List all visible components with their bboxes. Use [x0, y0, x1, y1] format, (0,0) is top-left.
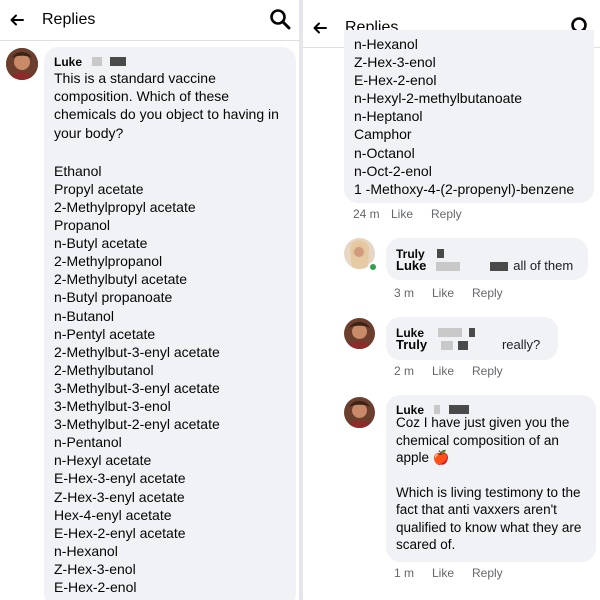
chemical-item: n-Oct-2-enol: [354, 162, 432, 179]
reply-body: Luke all of them: [396, 258, 578, 274]
chemical-item: Hex-4-enyl acetate: [54, 506, 172, 523]
back-arrow-icon[interactable]: [313, 21, 327, 35]
chemical-item: E-Hex-3-enyl acetate: [54, 470, 186, 487]
chemical-item: n-Hexyl acetate: [54, 452, 152, 469]
apple-icon: 🍎: [432, 450, 450, 465]
redaction: [92, 57, 103, 67]
redaction: [489, 262, 508, 272]
reply-button[interactable]: Reply: [472, 566, 503, 580]
comment-bubble: Luke This is a standard vaccine composit…: [44, 47, 296, 600]
reply-actions: 2 m Like Reply: [394, 364, 503, 378]
chemical-item: 2-Methylbutyl acetate: [54, 271, 188, 288]
reply-author-row: Luke: [396, 324, 548, 340]
comment-bubble-continued: n-Hexanol Z-Hex-3-enol E-Hex-2-enol n-Hexyl…: [344, 30, 594, 203]
like-button[interactable]: Like: [432, 566, 472, 580]
redaction: [434, 405, 441, 415]
reply-button[interactable]: Reply: [431, 207, 462, 221]
avatar[interactable]: [344, 318, 375, 349]
chemical-item: n-Pentanol: [54, 434, 122, 451]
chemical-item: n-Hexanol: [54, 542, 118, 559]
chemical-item: n-Octanol: [354, 144, 415, 161]
reply-author-row: Truly: [396, 245, 578, 261]
chemical-item: Propyl acetate: [54, 180, 144, 197]
chemical-item: Ethanol: [54, 162, 102, 179]
redaction: [437, 249, 445, 259]
chemical-item: 2-Methylbutanol: [54, 361, 154, 378]
redaction: [458, 341, 469, 351]
chemical-item: n-Butyl acetate: [54, 235, 148, 252]
redaction: [448, 405, 469, 415]
reply-author-row: Luke: [396, 401, 586, 417]
reply-button[interactable]: Reply: [472, 364, 503, 378]
chemical-item: 2-Methylpropanol: [54, 253, 163, 270]
redaction: [468, 328, 475, 338]
comment-text: This is a standard vaccine composition. …: [54, 70, 279, 141]
back-arrow-icon[interactable]: [10, 13, 24, 27]
chemical-item: Z-Hex-3-enyl acetate: [54, 488, 185, 505]
reply-text: really?: [501, 337, 541, 352]
chemical-item: 3-Methylbut-3-enyl acetate: [54, 379, 220, 396]
redaction: [109, 57, 126, 67]
chemical-item: n-Hexanol: [354, 36, 418, 52]
avatar-photo-icon: [344, 397, 375, 428]
reply-actions: 1 m Like Reply: [394, 566, 503, 580]
reply-bubble: Truly Luke all of them: [386, 238, 588, 280]
avatar[interactable]: [344, 397, 375, 428]
comment-author-row: Luke: [54, 53, 286, 69]
chemical-item: Propanol: [54, 217, 111, 234]
chemical-item: Z-Hex-3-enol: [354, 54, 436, 71]
reply-body: Truly really?: [396, 337, 548, 353]
chemical-item: 2-Methylpropyl acetate: [54, 199, 196, 215]
chemical-list: n-Hexanol Z-Hex-3-enol E-Hex-2-enol n-Hexyl…: [354, 35, 584, 198]
like-button[interactable]: Like: [432, 364, 472, 378]
online-status-icon: [368, 262, 378, 272]
comment-author[interactable]: Luke: [54, 55, 82, 69]
reply-time: 3 m: [394, 286, 415, 300]
search-icon[interactable]: [269, 8, 291, 30]
reply-time: 1 m: [394, 566, 415, 580]
chemical-item: 3-Methylbut-2-enyl acetate: [54, 416, 220, 433]
like-button[interactable]: Like: [432, 286, 472, 300]
header-divider: [0, 40, 299, 41]
like-button[interactable]: Like: [391, 207, 431, 221]
chemical-item: E-Hex-2-enyl acetate: [54, 524, 186, 541]
reply-text-part: Coz I have just given you the chemical c…: [396, 415, 570, 465]
chemical-item: n-Heptanol: [354, 108, 423, 125]
redaction: [440, 341, 453, 351]
chemical-item: n-Butyl propanoate: [54, 289, 173, 306]
mention-tag[interactable]: Truly: [396, 337, 427, 353]
chemical-item: n-Hexyl-2-methylbutanoate: [354, 90, 523, 107]
chemical-item: n-Butanol: [54, 307, 114, 324]
reply-bubble: Luke Truly really?: [386, 317, 558, 360]
reply-bubble: Luke Coz I have just given you the chemi…: [386, 395, 596, 562]
mention-tag[interactable]: Luke: [396, 258, 426, 274]
left-replies-panel: Replies Luke This is a standard vaccine …: [0, 0, 299, 600]
reply-text-continued: Which is living testimony to the fact th…: [396, 484, 582, 553]
reply-actions: 3 m Like Reply: [394, 286, 503, 300]
chemical-item: 3-Methylbut-3-enol: [54, 398, 171, 415]
reply-time: 2 m: [394, 364, 415, 378]
avatar-photo-icon: [344, 318, 375, 349]
chemical-item: 2-Methylbut-3-enyl acetate: [54, 343, 220, 360]
chemical-item: Z-Hex-3-enol: [54, 560, 136, 577]
reply-text: all of them: [513, 258, 574, 273]
header-title: Replies: [42, 11, 96, 28]
redaction: [438, 328, 463, 338]
comment-time: 24 m: [353, 207, 380, 221]
right-replies-panel: Replies n-Hexanol Z-Hex-3-enol E-Hex-2-eno…: [303, 0, 600, 600]
avatar-photo-icon: [6, 48, 38, 80]
chemical-item: E-Hex-2-enol: [354, 72, 437, 89]
redaction: [435, 262, 460, 272]
chemical-item: E-Hex-2-enol: [54, 578, 137, 595]
chemical-list: Ethanol Propyl acetate 2-Methylpropyl acet…: [54, 162, 286, 596]
replies-header: Replies: [0, 0, 299, 40]
reply-button[interactable]: Reply: [472, 286, 503, 300]
chemical-item: 1 -Methoxy-4-(2-propenyl)-benzene: [354, 180, 575, 197]
comment-actions: 24 m Like Reply: [353, 207, 462, 221]
reply-text: Coz I have just given you the chemical c…: [396, 414, 590, 467]
chemical-item: n-Pentyl acetate: [54, 325, 156, 342]
chemical-item: Camphor: [354, 126, 412, 143]
avatar[interactable]: [6, 48, 38, 80]
